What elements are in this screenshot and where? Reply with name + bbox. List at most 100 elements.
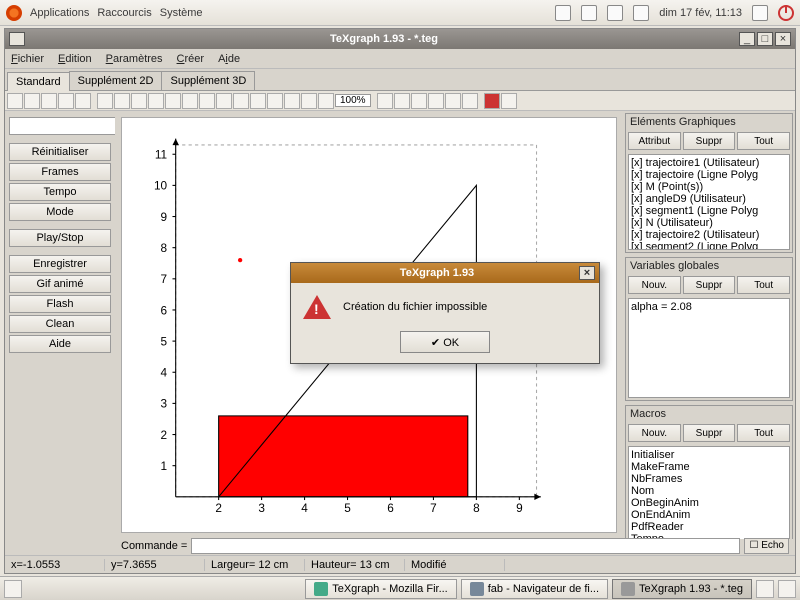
- list-item[interactable]: Nom: [631, 485, 787, 497]
- menu-edit[interactable]: Edition: [58, 53, 92, 65]
- close-button[interactable]: ×: [775, 32, 791, 46]
- echo-toggle[interactable]: ☐ Echo: [744, 538, 789, 554]
- tool-icon[interactable]: [131, 93, 147, 109]
- tool-icon[interactable]: [199, 93, 215, 109]
- tab-supp3d[interactable]: Supplément 3D: [161, 71, 255, 90]
- list-item[interactable]: NbFrames: [631, 473, 787, 485]
- list-item[interactable]: OnBeginAnim: [631, 497, 787, 509]
- sidebar-button[interactable]: Flash: [9, 295, 111, 313]
- zoom-field[interactable]: 100%: [335, 94, 371, 107]
- panel-button[interactable]: Tout: [737, 132, 790, 150]
- list-item[interactable]: Initialiser: [631, 449, 787, 461]
- list-item[interactable]: MakeFrame: [631, 461, 787, 473]
- list-item[interactable]: alpha = 2.08: [631, 301, 787, 313]
- ubuntu-logo-icon[interactable]: [6, 5, 22, 21]
- tool-stop-icon[interactable]: [75, 93, 91, 109]
- sidebar-button[interactable]: Gif animé: [9, 275, 111, 293]
- tab-standard[interactable]: Standard: [7, 72, 70, 91]
- tool-icon[interactable]: [114, 93, 130, 109]
- trash-icon[interactable]: [778, 580, 796, 598]
- menu-system[interactable]: Système: [160, 7, 203, 19]
- tray-icon[interactable]: [581, 5, 597, 21]
- dialog-close-button[interactable]: ×: [579, 266, 595, 280]
- menu-help[interactable]: Aide: [218, 53, 240, 65]
- left-sidebar: OK RéinitialiserFramesTempoMode Play/Sto…: [5, 111, 115, 539]
- tray-icon[interactable]: [555, 5, 571, 21]
- sidebar-button[interactable]: Enregistrer: [9, 255, 111, 273]
- panel-button[interactable]: Tout: [737, 276, 790, 294]
- list-item[interactable]: [x] trajectoire2 (Utilisateur): [631, 229, 787, 241]
- command-input[interactable]: [191, 538, 740, 554]
- tool-icon[interactable]: [182, 93, 198, 109]
- panel-button[interactable]: Nouv.: [628, 276, 681, 294]
- tool-icon[interactable]: [216, 93, 232, 109]
- task-item[interactable]: TeXgraph 1.93 - *.teg: [612, 579, 752, 599]
- task-item[interactable]: fab - Navigateur de fi...: [461, 579, 608, 599]
- panel-button[interactable]: Nouv.: [628, 424, 681, 442]
- tool-icon[interactable]: [318, 93, 334, 109]
- tool-icon[interactable]: [394, 93, 410, 109]
- tool-icon[interactable]: [148, 93, 164, 109]
- clock[interactable]: dim 17 fév, 11:13: [659, 7, 742, 19]
- maximize-button[interactable]: □: [757, 32, 773, 46]
- list-item[interactable]: [x] trajectoire1 (Utilisateur): [631, 157, 787, 169]
- tool-icon[interactable]: [501, 93, 517, 109]
- panel-button[interactable]: Attribut: [628, 132, 681, 150]
- volume-icon[interactable]: [752, 5, 768, 21]
- sidebar-button[interactable]: Play/Stop: [9, 229, 111, 247]
- list-item[interactable]: OnEndAnim: [631, 509, 787, 521]
- tool-icon[interactable]: [97, 93, 113, 109]
- tool-text-icon[interactable]: [284, 93, 300, 109]
- tab-supp2d[interactable]: Supplément 2D: [69, 71, 163, 90]
- minimize-button[interactable]: _: [739, 32, 755, 46]
- workspace-switcher[interactable]: [756, 580, 774, 598]
- menu-create[interactable]: Créer: [177, 53, 205, 65]
- tool-icon[interactable]: [165, 93, 181, 109]
- panel-button[interactable]: Suppr: [683, 424, 736, 442]
- list-item[interactable]: [x] M (Point(s)): [631, 181, 787, 193]
- tray-icon[interactable]: [633, 5, 649, 21]
- menu-applications[interactable]: Applications: [30, 7, 89, 19]
- tool-icon[interactable]: [250, 93, 266, 109]
- list-item[interactable]: [x] segment2 (Ligne Polyg: [631, 241, 787, 250]
- tool-icon[interactable]: [411, 93, 427, 109]
- dialog-titlebar[interactable]: TeXgraph 1.93 ×: [291, 263, 599, 283]
- toolbar: 100%: [5, 91, 795, 111]
- tool-icon[interactable]: [445, 93, 461, 109]
- tool-icon[interactable]: [301, 93, 317, 109]
- menu-places[interactable]: Raccourcis: [97, 7, 151, 19]
- list-item[interactable]: PdfReader: [631, 521, 787, 533]
- panel-button[interactable]: Suppr: [683, 132, 736, 150]
- tool-save-icon[interactable]: [41, 93, 57, 109]
- tool-new-icon[interactable]: [7, 93, 23, 109]
- tool-refresh-icon[interactable]: [58, 93, 74, 109]
- power-icon[interactable]: [778, 5, 794, 21]
- sidebar-button[interactable]: Clean: [9, 315, 111, 333]
- list-item[interactable]: [x] segment1 (Ligne Polyg: [631, 205, 787, 217]
- sidebar-button[interactable]: Aide: [9, 335, 111, 353]
- sidebar-button[interactable]: Réinitialiser: [9, 143, 111, 161]
- tool-record-icon[interactable]: [484, 93, 500, 109]
- window-menu-icon[interactable]: [9, 32, 25, 46]
- tool-icon[interactable]: [233, 93, 249, 109]
- tool-arrow-icon[interactable]: [377, 93, 393, 109]
- tray-icon[interactable]: [607, 5, 623, 21]
- sidebar-button[interactable]: Frames: [9, 163, 111, 181]
- panel-button[interactable]: Tout: [737, 424, 790, 442]
- menu-file[interactable]: Fichier: [11, 53, 44, 65]
- tool-target-icon[interactable]: [428, 93, 444, 109]
- sidebar-button[interactable]: Mode: [9, 203, 111, 221]
- sidebar-button[interactable]: Tempo: [9, 183, 111, 201]
- list-item[interactable]: [x] trajectoire (Ligne Polyg: [631, 169, 787, 181]
- tool-icon[interactable]: [267, 93, 283, 109]
- titlebar[interactable]: TeXgraph 1.93 - *.teg _ □ ×: [5, 29, 795, 49]
- show-desktop-icon[interactable]: [4, 580, 22, 598]
- task-item[interactable]: TeXgraph - Mozilla Fir...: [305, 579, 457, 599]
- list-item[interactable]: [x] N (Utilisateur): [631, 217, 787, 229]
- dialog-ok-button[interactable]: ✔ OK: [400, 331, 490, 353]
- panel-button[interactable]: Suppr: [683, 276, 736, 294]
- list-item[interactable]: [x] angleD9 (Utilisateur): [631, 193, 787, 205]
- tool-icon[interactable]: [462, 93, 478, 109]
- menu-params[interactable]: Paramètres: [106, 53, 163, 65]
- tool-open-icon[interactable]: [24, 93, 40, 109]
